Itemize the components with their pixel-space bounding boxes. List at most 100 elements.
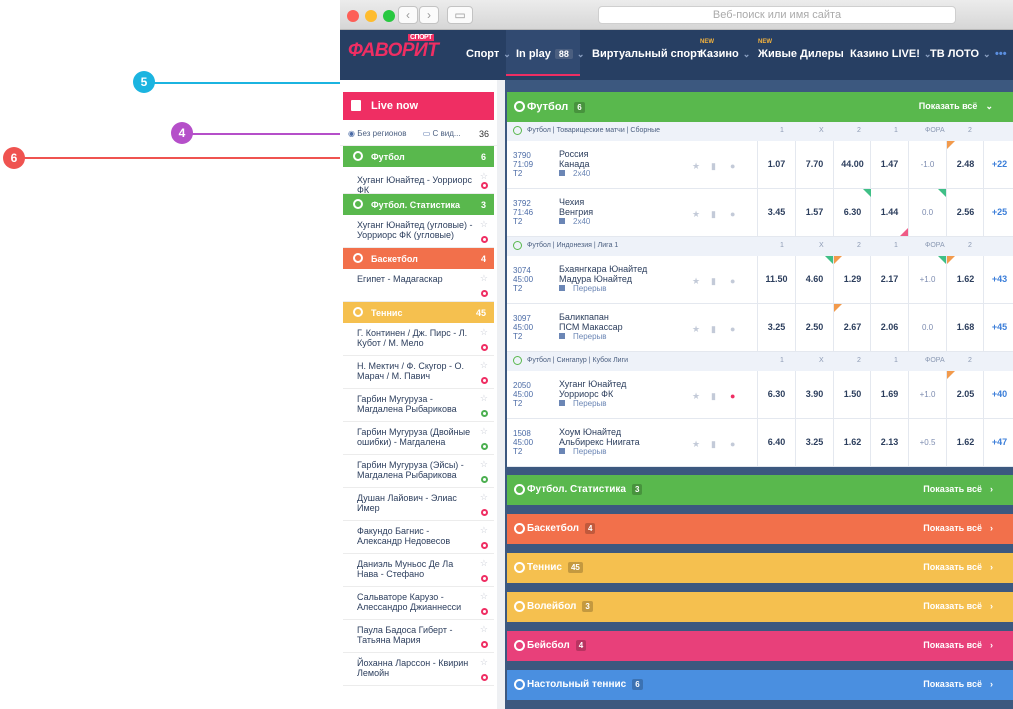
show-all-button[interactable]: Показать всё › xyxy=(923,601,993,611)
live-match-item[interactable]: Хуганг Юнайтед - Уорриорс ФК ☆ xyxy=(343,167,494,195)
close-window-button[interactable] xyxy=(347,10,359,22)
address-bar[interactable]: Веб-поиск или имя сайта xyxy=(598,6,956,24)
stats-icon[interactable]: ▮ xyxy=(711,209,716,220)
event-teams[interactable]: Хуганг Юнайтед Уорриорс ФК Перерыв xyxy=(559,379,626,409)
show-all-button[interactable]: Показать всё › xyxy=(923,562,993,572)
odds-cell[interactable]: +1.0 xyxy=(908,371,946,418)
odds-cell[interactable]: 1.68 xyxy=(946,304,984,351)
odds-cell[interactable]: 2.56 xyxy=(946,189,984,236)
stats-icon[interactable]: ▮ xyxy=(711,276,716,287)
more-markets-button[interactable]: +25 xyxy=(983,189,1013,236)
sport-section-header[interactable]: Теннис 45 xyxy=(343,302,494,323)
odds-cell[interactable]: 6.40 xyxy=(757,419,795,466)
odds-cell[interactable]: 1.50 xyxy=(833,371,871,418)
event-teams[interactable]: Россия Канада 2x40 xyxy=(559,149,590,179)
odds-cell[interactable]: 3.25 xyxy=(795,419,833,466)
back-button[interactable]: ‹ xyxy=(398,6,418,24)
live-match-item[interactable]: Йоханна Ларссон - Квирин Лемойн ☆ xyxy=(343,653,494,686)
event-row[interactable]: 3074 45:00 Т2 Бхаянгкара Юнайтед Мадура Юнай… xyxy=(507,256,1013,304)
event-teams[interactable]: Хоум Юнайтед Альбирекс Ниигата Перерыв xyxy=(559,427,640,457)
more-markets-button[interactable]: +40 xyxy=(983,371,1013,418)
favorite-star-icon[interactable]: ★ xyxy=(692,276,700,287)
odds-cell[interactable]: 1.69 xyxy=(870,371,908,418)
football-header[interactable]: Футбол 6 Показать всё ⌄ xyxy=(507,92,1013,122)
live-match-item[interactable]: Сальваторе Карузо - Алессандро Джианнесс… xyxy=(343,587,494,620)
minimize-window-button[interactable] xyxy=(365,10,377,22)
event-teams[interactable]: Чехия Венгрия 2x40 xyxy=(559,197,593,227)
odds-cell[interactable]: 7.70 xyxy=(795,141,833,188)
live-stream-icon[interactable]: ● xyxy=(730,439,735,449)
with-video-filter[interactable]: С вид... xyxy=(433,129,461,138)
sport-collapsed-header[interactable]: Теннис 45 Показать всё › xyxy=(507,553,1013,583)
live-stream-icon[interactable]: ● xyxy=(730,161,735,171)
sport-section-header[interactable]: Футбол. Статистика 3 xyxy=(343,194,494,215)
odds-cell[interactable]: 2.17 xyxy=(870,256,908,303)
sport-section-header[interactable]: Футбол 6 xyxy=(343,146,494,167)
nav-casino-live[interactable]: Казино LIVE! ⌄ xyxy=(850,48,931,60)
event-row[interactable]: 1508 45:00 Т2 Хоум Юнайтед Альбирекс Ниигата… xyxy=(507,419,1013,467)
live-match-item[interactable]: Г. Континен / Дж. Пирс - Л. Кубот / М. М… xyxy=(343,323,494,356)
show-all-button[interactable]: Показать всё › xyxy=(923,679,993,689)
show-all-football[interactable]: Показать всё ⌄ xyxy=(919,101,993,112)
favorite-star-icon[interactable]: ★ xyxy=(692,391,700,402)
favorite-star-icon[interactable]: ☆ xyxy=(480,219,488,229)
live-match-item[interactable]: Гарбин Мугуруза - Магдалена Рыбарикова ☆ xyxy=(343,389,494,422)
favorite-star-icon[interactable]: ☆ xyxy=(480,393,488,403)
stats-icon[interactable]: ▮ xyxy=(711,161,716,172)
odds-cell[interactable]: 3.25 xyxy=(757,304,795,351)
stats-icon[interactable]: ▮ xyxy=(711,391,716,402)
nav-virtual-sport[interactable]: Виртуальный спорт ⌄ xyxy=(592,48,714,60)
event-row[interactable]: 2050 45:00 Т2 Хуганг Юнайтед Уорриорс ФК Пере… xyxy=(507,371,1013,419)
region-filter[interactable]: ◉ Без регионов ▭ С вид... 36 xyxy=(340,120,497,146)
odds-cell[interactable]: -1.0 xyxy=(908,141,946,188)
sport-collapsed-header[interactable]: Баскетбол 4 Показать всё › xyxy=(507,514,1013,544)
favorite-star-icon[interactable]: ☆ xyxy=(480,624,488,634)
sport-collapsed-header[interactable]: Футбол. Статистика 3 Показать всё › xyxy=(507,475,1013,505)
odds-cell[interactable]: 6.30 xyxy=(757,371,795,418)
show-all-button[interactable]: Показать всё › xyxy=(923,523,993,533)
odds-cell[interactable]: 2.50 xyxy=(795,304,833,351)
forward-button[interactable]: › xyxy=(419,6,439,24)
more-menu-icon[interactable]: ••• xyxy=(995,48,1007,60)
live-match-item[interactable]: Даниэль Муньос Де Ла Нава - Стефано ☆ xyxy=(343,554,494,587)
event-row[interactable]: 3097 45:00 Т2 Баликпапан ПСМ Макассар Перерыв… xyxy=(507,304,1013,352)
more-markets-button[interactable]: +22 xyxy=(983,141,1013,188)
sport-section-header[interactable]: Баскетбол 4 xyxy=(343,248,494,269)
no-regions-filter[interactable]: Без регионов xyxy=(357,129,406,138)
live-match-item[interactable]: Хуганг Юнайтед (угловые) - Уорриорс ФК (… xyxy=(343,215,494,248)
live-stream-icon[interactable]: ● xyxy=(730,209,735,219)
favorite-star-icon[interactable]: ★ xyxy=(692,161,700,172)
live-stream-icon[interactable]: ● xyxy=(730,391,735,401)
live-match-item[interactable]: Гарбин Мугуруза (Двойные ошибки) - Магда… xyxy=(343,422,494,455)
show-all-button[interactable]: Показать всё › xyxy=(923,484,993,494)
more-markets-button[interactable]: +43 xyxy=(983,256,1013,303)
show-all-button[interactable]: Показать всё › xyxy=(923,640,993,650)
favorite-star-icon[interactable]: ☆ xyxy=(480,459,488,469)
live-match-item[interactable]: Н. Мектич / Ф. Скугор - О. Марач / М. Па… xyxy=(343,356,494,389)
favorite-star-icon[interactable]: ☆ xyxy=(480,360,488,370)
odds-cell[interactable]: 0.0 xyxy=(908,304,946,351)
favorite-star-icon[interactable]: ☆ xyxy=(480,273,488,283)
odds-cell[interactable]: 2.13 xyxy=(870,419,908,466)
odds-cell[interactable]: 1.47 xyxy=(870,141,908,188)
odds-cell[interactable]: 1.57 xyxy=(795,189,833,236)
league-row[interactable]: Футбол | Сингапур | Кубок Лиги 1 X 2 1 ФОРА 2 xyxy=(507,352,1013,371)
league-row[interactable]: Футбол | Товарищеские матчи | Сборные 1 X 2… xyxy=(507,122,1013,141)
favorite-star-icon[interactable]: ☆ xyxy=(480,171,488,181)
zoom-window-button[interactable] xyxy=(383,10,395,22)
odds-cell[interactable]: 11.50 xyxy=(757,256,795,303)
favorite-star-icon[interactable]: ★ xyxy=(692,439,700,450)
event-row[interactable]: 3792 71:46 Т2 Чехия Венгрия 2x40 ★ ▮ ● 3.45 1.57 6.… xyxy=(507,189,1013,237)
nav-inplay[interactable]: In play 88 ⌄ xyxy=(516,48,584,60)
favorite-star-icon[interactable]: ★ xyxy=(692,324,700,335)
nav-live-dealers[interactable]: NEW Живые Дилеры xyxy=(758,39,844,60)
site-logo[interactable]: ФАВОРИТ СПОРТ xyxy=(348,34,439,62)
odds-cell[interactable]: 1.07 xyxy=(757,141,795,188)
live-stream-icon[interactable]: ● xyxy=(730,324,735,334)
odds-cell[interactable]: 2.06 xyxy=(870,304,908,351)
odds-cell[interactable]: 1.62 xyxy=(946,419,984,466)
odds-cell[interactable]: 1.62 xyxy=(833,419,871,466)
sidebar-toggle-icon[interactable]: ▭ xyxy=(447,6,473,24)
odds-cell[interactable]: +0.5 xyxy=(908,419,946,466)
favorite-star-icon[interactable]: ☆ xyxy=(480,327,488,337)
